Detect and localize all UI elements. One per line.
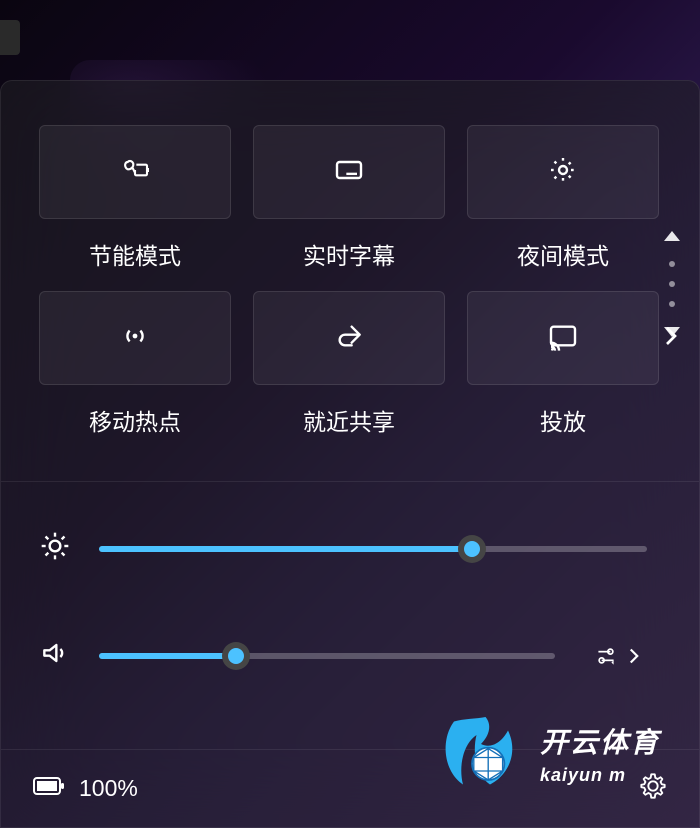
slider-thumb[interactable] (222, 642, 250, 670)
slider-fill (99, 546, 472, 552)
hotspot-icon (119, 320, 151, 357)
brightness-icon (39, 530, 71, 567)
cast-icon (547, 320, 579, 357)
battery-status[interactable]: 100% (33, 775, 138, 802)
page-down-arrow-icon[interactable] (664, 327, 680, 337)
sliders-section (1, 482, 699, 694)
tile-battery-saver[interactable] (39, 125, 231, 219)
tile-mobile-hotspot[interactable] (39, 291, 231, 385)
tile-wrapper: 投放 (467, 291, 659, 437)
page-indicator (664, 231, 680, 337)
tile-wrapper: 移动热点 (39, 291, 231, 437)
sidebar-stub (0, 20, 20, 55)
tile-wrapper: 节能模式 (39, 125, 231, 271)
page-dot (669, 301, 675, 307)
tile-label: 投放 (540, 403, 586, 437)
tile-label: 移动热点 (89, 403, 181, 437)
panel-footer: 100% (1, 749, 699, 827)
tile-night-light[interactable] (467, 125, 659, 219)
tile-wrapper: 夜间模式 (467, 125, 659, 271)
tile-nearby-share[interactable] (253, 291, 445, 385)
page-up-arrow-icon[interactable] (664, 231, 680, 241)
settings-button[interactable] (639, 772, 667, 805)
tile-label: 实时字幕 (303, 237, 395, 271)
page-dot (669, 261, 675, 267)
page-dot (669, 281, 675, 287)
caption-icon (333, 154, 365, 191)
night-light-icon (547, 154, 579, 191)
brightness-slider[interactable] (99, 546, 647, 552)
battery-icon (33, 775, 65, 802)
slider-thumb[interactable] (458, 535, 486, 563)
tile-label: 节能模式 (89, 237, 181, 271)
tile-live-captions[interactable] (253, 125, 445, 219)
volume-icon (39, 637, 71, 674)
tiles-grid: 节能模式 实时字幕 夜间模式 (1, 81, 699, 467)
tile-wrapper: 就近共享 (253, 291, 445, 437)
tile-label: 夜间模式 (517, 237, 609, 271)
volume-row (39, 637, 647, 674)
slider-fill (99, 653, 236, 659)
mixer-icon (593, 643, 619, 669)
share-icon (333, 320, 365, 357)
tile-wrapper: 实时字幕 (253, 125, 445, 271)
chevron-right-icon (621, 643, 647, 669)
leaf-battery-icon (119, 154, 151, 191)
tile-label: 就近共享 (303, 403, 395, 437)
volume-slider[interactable] (99, 653, 555, 659)
gear-icon (639, 787, 667, 804)
quick-settings-panel: 节能模式 实时字幕 夜间模式 (0, 80, 700, 828)
battery-text: 100% (79, 775, 138, 802)
brightness-row (39, 530, 647, 567)
tile-cast[interactable] (467, 291, 659, 385)
volume-output-button[interactable] (593, 643, 647, 669)
